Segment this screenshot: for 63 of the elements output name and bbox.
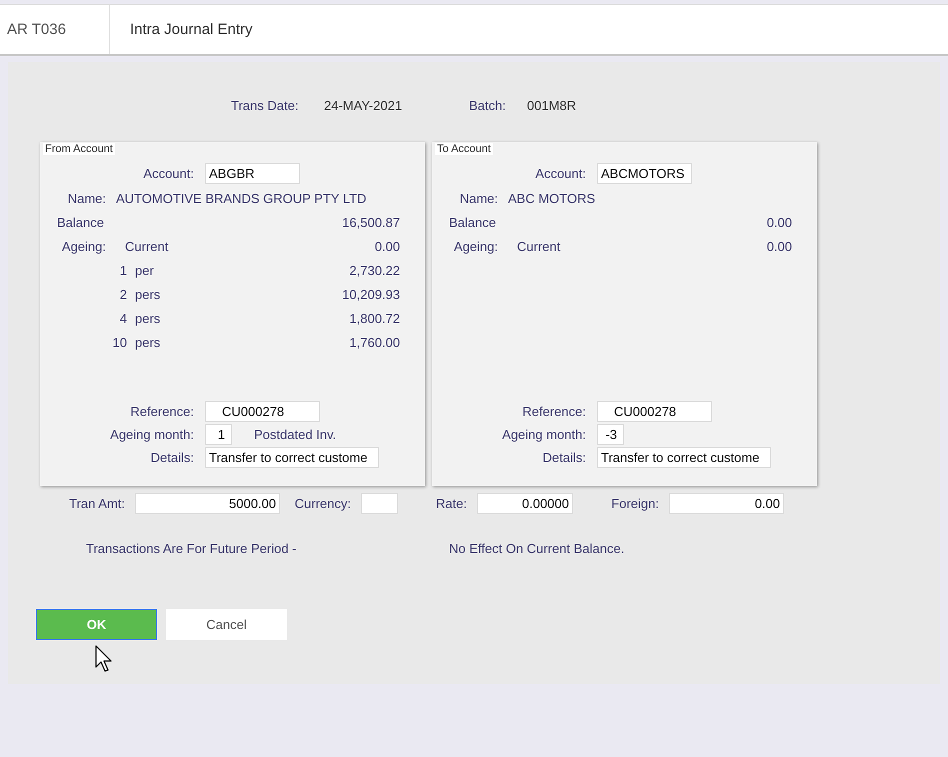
mouse-pointer-icon: [95, 645, 113, 673]
field-label: Balance: [57, 214, 104, 230]
status-message: No Effect On Current Balance.: [449, 541, 624, 556]
account-name: AUTOMOTIVE BRANDS GROUP PTY LTD: [116, 190, 366, 206]
amount-field[interactable]: 0.00000: [477, 493, 573, 514]
trans-date-value: 24-MAY-2021: [324, 98, 404, 115]
field-label: Name:: [458, 190, 498, 206]
status-message: Transactions Are For Future Period -: [86, 541, 298, 556]
field-label: Tran Amt:: [68, 496, 126, 511]
field-label: Balance: [449, 214, 496, 230]
field-label: Ageing:: [452, 238, 498, 254]
period-unit: pers: [135, 286, 160, 302]
account-name: ABC MOTORS: [508, 190, 596, 206]
reference-field[interactable]: CU000278: [205, 401, 320, 422]
field-label: Details:: [542, 450, 586, 465]
panel-title: To Account: [435, 143, 493, 155]
field-label: Foreign:: [610, 496, 660, 511]
batch-label: Batch:: [469, 98, 507, 115]
field-label: Reference:: [129, 404, 194, 419]
account-field[interactable]: ABCMOTORS: [597, 162, 692, 184]
details-field[interactable]: Transfer to correct custome: [597, 447, 771, 468]
trans-date-label: Trans Date:: [231, 98, 300, 115]
postdated-note: Postdated Inv.: [254, 427, 336, 442]
amount-field[interactable]: [361, 493, 398, 514]
field-label: Ageing month:: [501, 427, 586, 442]
period-count: 2: [118, 286, 127, 302]
batch-value: 001M8R: [527, 98, 578, 115]
cancel-button[interactable]: Cancel: [166, 609, 287, 640]
ageing-amount: 1,760.00: [349, 334, 400, 350]
ageing-amount: 1,800.72: [349, 310, 400, 326]
account-field[interactable]: ABGBR: [205, 162, 300, 184]
field-label: Ageing month:: [109, 427, 194, 442]
period-count: 10: [112, 334, 127, 350]
reference-field[interactable]: CU000278: [597, 401, 712, 422]
period-label: Current: [517, 238, 560, 254]
ageing-amount: 0.00: [374, 238, 400, 254]
screen-code: AR T036: [0, 5, 110, 54]
field-label: Currency:: [294, 496, 352, 511]
field-label: Reference:: [521, 404, 586, 419]
amount-field[interactable]: 5000.00: [135, 493, 280, 514]
ageing-month-field[interactable]: -3: [597, 424, 624, 445]
field-label: Name:: [66, 190, 106, 206]
period-unit: per: [135, 262, 154, 278]
period-label: Current: [125, 238, 168, 254]
balance-amount: 16,500.87: [342, 214, 400, 230]
window-title: Intra Journal Entry: [129, 21, 253, 38]
field-label: Ageing:: [60, 238, 106, 254]
details-field[interactable]: Transfer to correct custome: [205, 447, 379, 468]
ageing-amount: 2,730.22: [349, 262, 400, 278]
field-label: Account:: [142, 166, 194, 180]
balance-amount: 0.00: [766, 214, 792, 230]
period-count: 4: [118, 310, 127, 326]
panel-title: From Account: [43, 143, 115, 155]
ageing-amount: 0.00: [766, 238, 792, 254]
field-label: Rate:: [434, 496, 468, 511]
period-unit: pers: [135, 310, 160, 326]
ageing-amount: 10,209.93: [342, 286, 400, 302]
amount-field[interactable]: 0.00: [669, 493, 784, 514]
field-label: Details:: [150, 450, 194, 465]
period-count: 1: [118, 262, 127, 278]
ageing-month-field[interactable]: 1: [205, 424, 232, 445]
field-label: Account:: [534, 166, 586, 180]
period-unit: pers: [135, 334, 160, 350]
